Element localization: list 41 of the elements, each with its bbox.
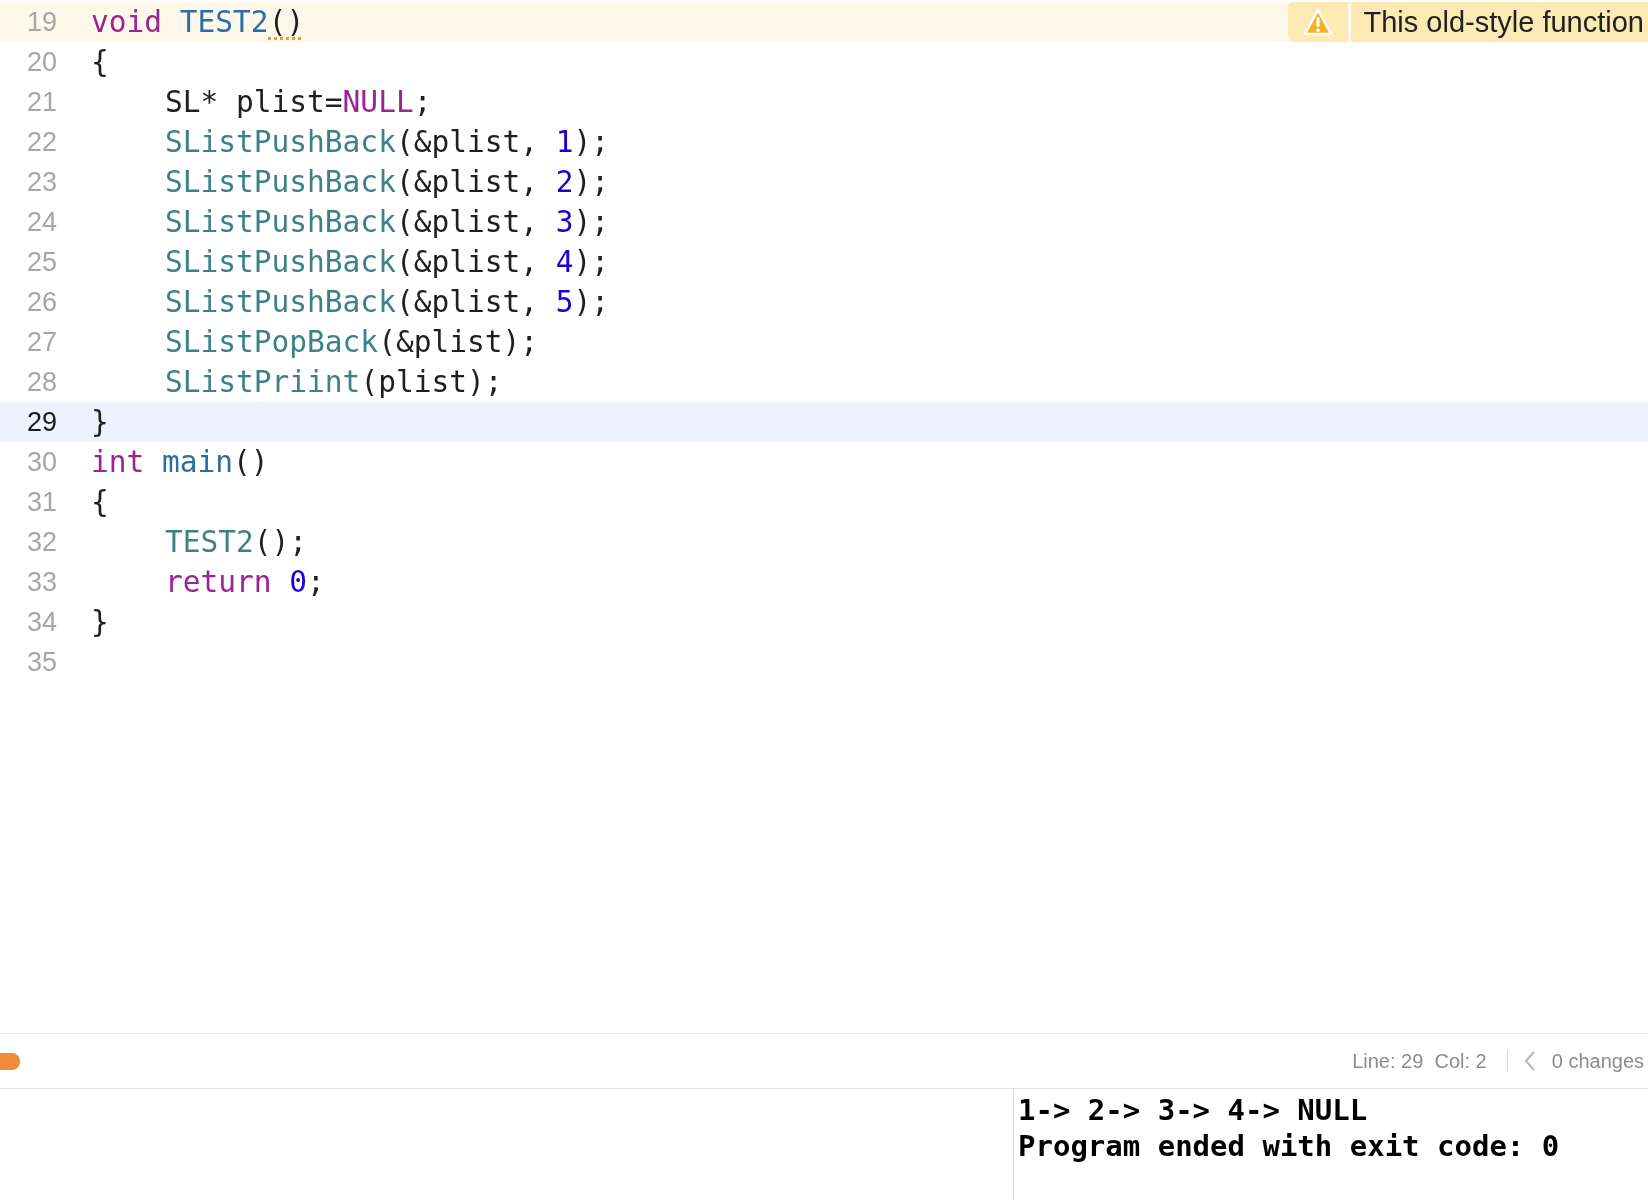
code-line: void TEST2() (91, 5, 305, 39)
code-line: SListPushBack(&plist, 2); (165, 165, 610, 199)
line-number: 34 (25, 606, 57, 638)
code-line: } (91, 605, 109, 639)
console-output-line: Program ended with exit code: 0 (1018, 1128, 1560, 1164)
line-number: 19 (25, 6, 57, 38)
chevron-left-icon[interactable] (1523, 1050, 1536, 1072)
code-line: SListPopBack(&plist); (165, 325, 538, 359)
line-number: 25 (25, 246, 57, 278)
code-line: SListPushBack(&plist, 1); (165, 125, 610, 159)
code-line: SListPushBack(&plist, 5); (165, 285, 610, 319)
changes-count: 0 changes (1551, 1049, 1644, 1073)
line-number: 33 (25, 566, 57, 598)
line-number: 32 (25, 526, 57, 558)
console-output-line: 1-> 2-> 3-> 4-> NULL (1018, 1092, 1369, 1128)
line-number: 20 (25, 46, 57, 78)
code-line: { (91, 485, 109, 519)
line-number: 22 (25, 126, 57, 158)
code-line: } (91, 405, 109, 439)
line-number: 24 (25, 206, 57, 238)
line-number: 29 (25, 406, 57, 438)
line-number: 28 (25, 366, 57, 398)
code-line: SListPushBack(&plist, 3); (165, 205, 610, 239)
warning-message[interactable]: This old-style function (1350, 2, 1648, 42)
code-line: SL* plist=NULL; (165, 85, 432, 119)
line-number: 27 (25, 326, 57, 358)
cursor-position: Line: 29 Col: 2 (1352, 1049, 1487, 1073)
code-line: { (91, 45, 109, 79)
code-line: SListPushBack(&plist, 4); (165, 245, 610, 279)
code-line: return 0; (165, 565, 325, 599)
marker-tab-icon (0, 1052, 20, 1070)
line-number: 26 (25, 286, 57, 318)
line-number: 21 (25, 86, 57, 118)
line-number: 23 (25, 166, 57, 198)
code-line: SListPriint(plist); (165, 365, 503, 399)
line-number: 31 (25, 486, 57, 518)
code-line: TEST2(); (165, 525, 308, 559)
line-number: 30 (25, 446, 57, 478)
line-number: 35 (25, 646, 57, 678)
code-line: int main() (91, 445, 269, 479)
warning-icon[interactable] (1287, 2, 1348, 42)
